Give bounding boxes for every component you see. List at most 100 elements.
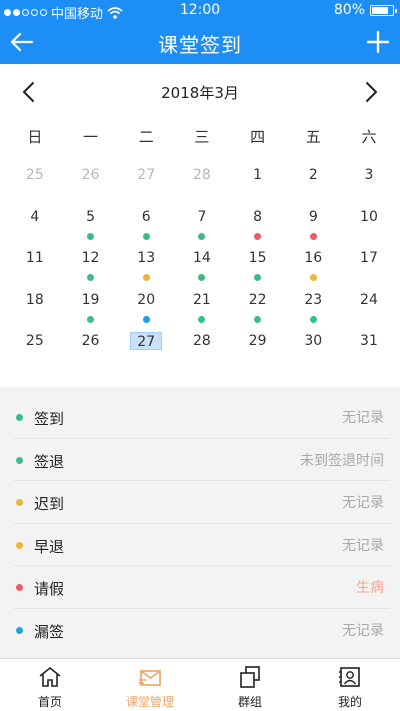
day-number: 6: [141, 208, 151, 225]
calendar-day[interactable]: 28: [174, 332, 230, 374]
calendar-day[interactable]: 17: [341, 249, 397, 291]
top-bar: 中国移动 12:00 80% 课堂签到: [0, 0, 400, 64]
day-number: 21: [192, 291, 211, 308]
weekday-label: 二: [138, 128, 154, 146]
day-number: 5: [86, 208, 95, 225]
home-icon: [39, 666, 61, 687]
status-right: 80%: [334, 2, 397, 18]
calendar-day[interactable]: 28: [174, 166, 230, 208]
legend-label: 请假: [34, 580, 65, 599]
day-number: 23: [304, 291, 323, 308]
calendar-day[interactable]: 9: [285, 208, 341, 250]
calendar-day[interactable]: 22: [230, 291, 286, 333]
day-number: 7: [197, 208, 207, 225]
tab-home[interactable]: 首页: [0, 659, 100, 711]
calendar-day-today[interactable]: 27: [118, 332, 174, 374]
weekday-label: 四: [250, 128, 266, 146]
legend-value: 生病: [356, 580, 384, 597]
weekday-label: 五: [305, 128, 321, 146]
calendar-day[interactable]: 2: [285, 166, 341, 208]
calendar-day[interactable]: 14: [174, 249, 230, 291]
day-number: 22: [248, 291, 267, 308]
calendar-day[interactable]: 11: [7, 249, 63, 291]
tab-groups[interactable]: 群组: [200, 659, 300, 711]
calendar-day[interactable]: 7: [174, 208, 230, 250]
calendar-day[interactable]: 27: [118, 166, 174, 208]
calendar-day[interactable]: 16: [285, 249, 341, 291]
legend-row-late[interactable]: 迟到 无记录: [14, 481, 390, 524]
day-number: 20: [137, 291, 156, 308]
weekday-header: 日一二三四五六: [7, 126, 397, 147]
legend-dot: [16, 456, 23, 464]
status-dot: [198, 232, 206, 240]
calendar-day[interactable]: 6: [118, 208, 174, 250]
day-number: 8: [253, 208, 263, 225]
calendar-day[interactable]: 19: [63, 291, 119, 333]
calendar-day[interactable]: 3: [341, 166, 397, 208]
envelope-icon: [139, 670, 161, 686]
calendar-day[interactable]: 10: [341, 208, 397, 250]
plus-icon[interactable]: [364, 28, 392, 56]
weekday-label: 日: [27, 128, 43, 146]
status-dot: [254, 232, 262, 240]
calendar-day[interactable]: 29: [230, 332, 286, 374]
legend-label: 早退: [34, 537, 65, 556]
calendar-day[interactable]: 15: [230, 249, 286, 291]
day-number: 31: [360, 333, 378, 350]
tab-bar: 首页 课堂管理 群组 我的: [0, 658, 400, 711]
status-dot: [309, 274, 317, 282]
day-number: 18: [25, 291, 44, 308]
group-squares-icon: [240, 666, 260, 688]
legend-value: 无记录: [342, 537, 384, 554]
calendar-day[interactable]: 4: [7, 208, 63, 250]
day-number: 2: [308, 167, 318, 183]
page-title: 课堂签到: [158, 33, 242, 57]
calendar-day[interactable]: 23: [285, 291, 341, 333]
calendar-day[interactable]: 5: [63, 208, 119, 250]
calendar: 2018年3月 日一二三四五六 25 26 27 28 1 2 3 4 5 6 7 8 9 10 11 12 1…: [0, 64, 400, 387]
calendar-day[interactable]: 13: [118, 249, 174, 291]
tab-profile[interactable]: 我的: [300, 659, 400, 711]
calendar-day[interactable]: 24: [341, 291, 397, 333]
calendar-day[interactable]: 12: [63, 249, 119, 291]
calendar-day[interactable]: 25: [7, 332, 63, 374]
day-number: 27: [130, 332, 163, 351]
calendar-day[interactable]: 20: [118, 291, 174, 333]
legend-label: 迟到: [34, 495, 65, 514]
tab-class-management[interactable]: 课堂管理: [100, 659, 200, 711]
attendance-legend: 签到 无记录 签退 未到签退时间 迟到 无记录 早退 无记录 请假 生病 漏签 无记录: [0, 396, 400, 652]
status-dot: [87, 274, 95, 282]
calendar-day[interactable]: 31: [341, 332, 397, 374]
legend-value: 无记录: [342, 495, 384, 512]
legend-dot: [16, 499, 23, 507]
status-dot: [87, 315, 95, 323]
legend-row-early[interactable]: 早退 无记录: [14, 524, 390, 567]
calendar-day[interactable]: 8: [230, 208, 286, 250]
status-bar: 中国移动 12:00 80%: [0, 0, 400, 22]
battery-icon: [370, 4, 397, 16]
day-number: 14: [192, 250, 211, 267]
legend-label: 签到: [34, 410, 65, 428]
day-number: 11: [25, 250, 44, 267]
legend-row-signin[interactable]: 签到 无记录: [14, 396, 390, 439]
calendar-day[interactable]: 18: [7, 291, 63, 333]
status-dot: [254, 315, 262, 323]
calendar-day[interactable]: 26: [63, 332, 119, 374]
calendar-day[interactable]: 1: [230, 166, 286, 208]
legend-dot: [16, 626, 23, 634]
status-dot: [254, 274, 262, 282]
status-dot: [198, 315, 206, 323]
legend-row-signout[interactable]: 签退 未到签退时间: [14, 439, 390, 482]
legend-row-missed[interactable]: 漏签 无记录: [14, 609, 390, 652]
next-month-icon[interactable]: [360, 80, 382, 104]
calendar-day[interactable]: 21: [174, 291, 230, 333]
weekday-label: 三: [194, 128, 210, 146]
calendar-day[interactable]: 26: [63, 166, 119, 208]
legend-row-leave[interactable]: 请假 生病: [14, 566, 390, 609]
tab-profile-label: 我的: [337, 695, 362, 709]
legend-label: 签退: [34, 452, 65, 471]
day-number: 29: [248, 333, 267, 350]
calendar-day[interactable]: 30: [285, 332, 341, 374]
calendar-day[interactable]: 25: [7, 166, 63, 208]
status-dot: [142, 315, 150, 323]
